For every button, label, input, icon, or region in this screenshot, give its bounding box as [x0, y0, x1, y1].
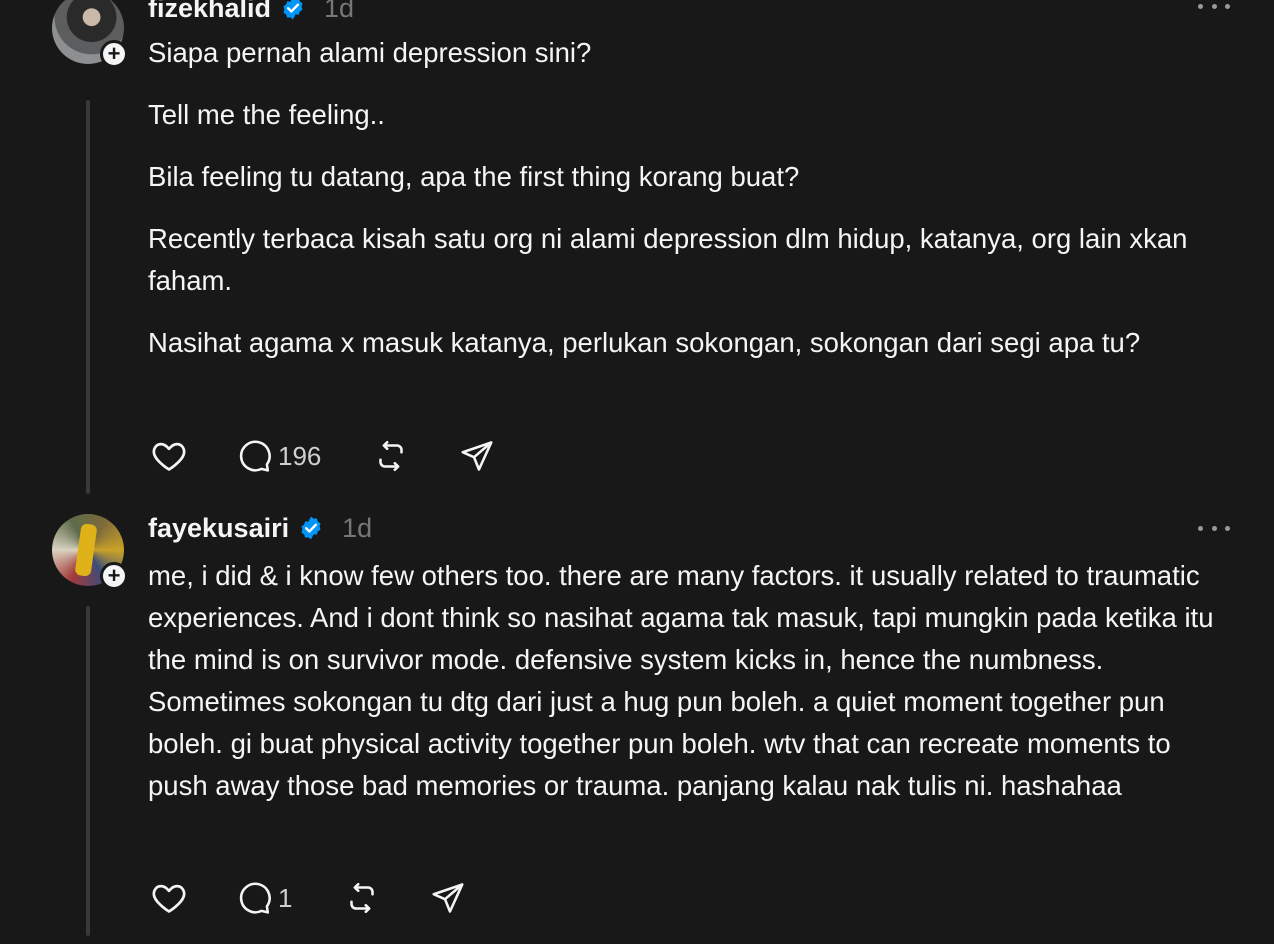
reply-count: 196 [278, 440, 322, 471]
paper-plane-icon [461, 441, 493, 471]
post-paragraph: Bila feeling tu datang, apa the first th… [148, 161, 800, 192]
like-button[interactable] [150, 437, 188, 475]
paper-plane-icon [432, 883, 464, 913]
post-actions: 1 [150, 878, 466, 918]
post-body: Siapa pernah alami depression sini? Tell… [148, 32, 1248, 384]
thread-line [86, 606, 90, 936]
repost-button[interactable] [373, 438, 409, 474]
thread-line [86, 100, 90, 494]
verified-badge-icon [283, 0, 303, 20]
post-header: fayekusairi 1d [148, 508, 372, 548]
plus-icon[interactable]: + [100, 40, 128, 68]
heart-icon [152, 442, 186, 471]
speech-bubble-icon [239, 882, 271, 914]
more-options-icon[interactable] [1198, 518, 1230, 538]
more-options-icon[interactable] [1198, 0, 1230, 16]
heart-icon [152, 884, 186, 913]
post-header: fizekhalid 1d [148, 0, 354, 28]
like-button[interactable] [150, 879, 188, 917]
repost-icon [350, 882, 375, 914]
reply-button[interactable]: 196 [236, 438, 321, 474]
post-paragraph: me, i did & i know few others too. there… [148, 560, 1214, 801]
reply-count: 1 [278, 882, 293, 913]
post-actions: 196 [150, 436, 495, 476]
verified-badge-icon [301, 516, 321, 540]
repost-icon [379, 440, 404, 472]
share-button[interactable] [430, 880, 466, 916]
post-body: me, i did & i know few others too. there… [148, 555, 1236, 827]
timestamp: 1d [324, 0, 355, 23]
speech-bubble-icon [239, 440, 271, 472]
post-paragraph: Recently terbaca kisah satu org ni alami… [148, 223, 1188, 296]
post-paragraph: Tell me the feeling.. [148, 99, 385, 130]
share-button[interactable] [459, 438, 495, 474]
repost-button[interactable] [344, 880, 380, 916]
avatar-wrap[interactable]: + [52, 514, 128, 590]
post-paragraph: Nasihat agama x masuk katanya, perlukan … [148, 327, 1141, 358]
threads-feed: + fizekhalid 1d Siapa pernah alami depre… [0, 0, 1274, 944]
post-paragraph: Siapa pernah alami depression sini? [148, 37, 592, 68]
avatar-wrap[interactable]: + [52, 0, 128, 68]
reply-button[interactable]: 1 [236, 880, 292, 916]
username[interactable]: fayekusairi [148, 513, 289, 544]
username[interactable]: fizekhalid [148, 0, 271, 24]
timestamp: 1d [342, 512, 373, 543]
plus-icon[interactable]: + [100, 562, 128, 590]
